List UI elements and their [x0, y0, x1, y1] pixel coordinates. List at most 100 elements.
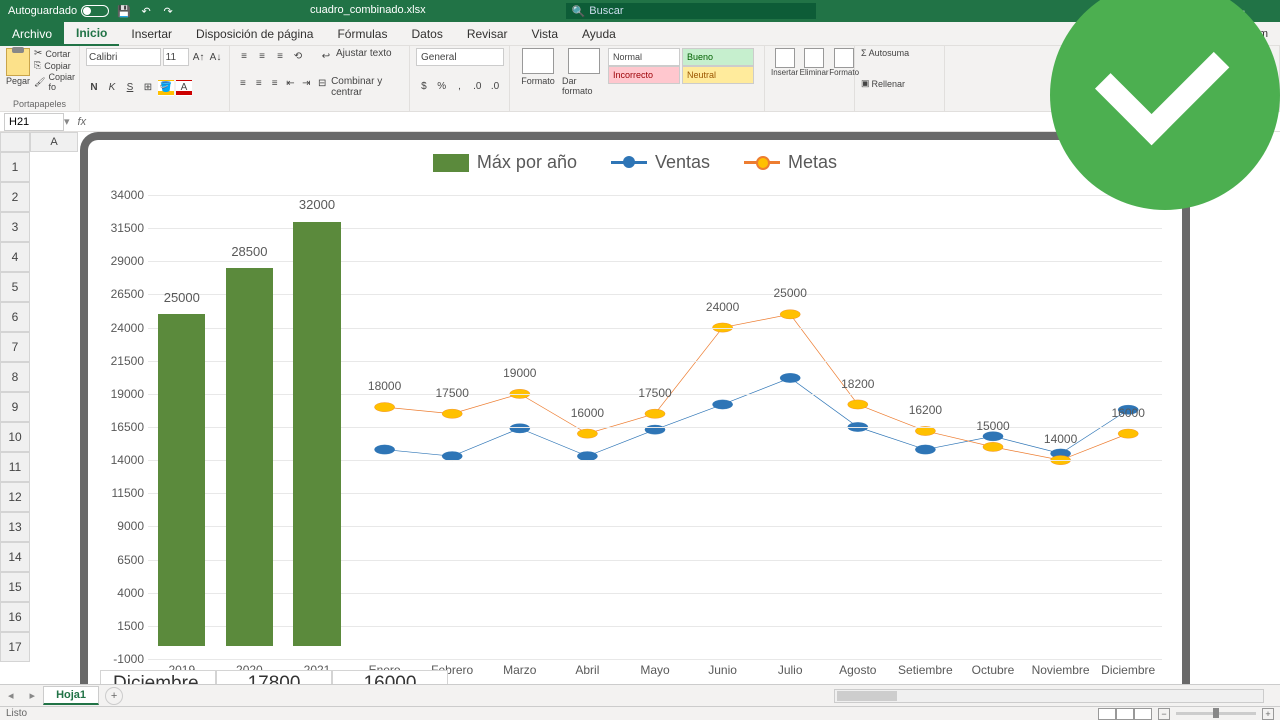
tab-disposicion[interactable]: Disposición de página — [184, 22, 325, 46]
data-point[interactable] — [374, 402, 394, 411]
increase-decimal-button[interactable]: .0 — [469, 79, 485, 95]
decrease-decimal-button[interactable]: .0 — [487, 79, 503, 95]
data-point[interactable] — [848, 400, 868, 409]
sheet-tab-hoja1[interactable]: Hoja1 — [43, 686, 99, 705]
row-header[interactable]: 8 — [0, 362, 30, 392]
wrap-text-button[interactable]: ↩ — [318, 48, 334, 64]
row-header[interactable]: 14 — [0, 542, 30, 572]
zoom-slider[interactable] — [1176, 712, 1256, 715]
bar[interactable] — [293, 222, 340, 646]
bold-button[interactable]: N — [86, 80, 102, 96]
row-header[interactable]: 2 — [0, 182, 30, 212]
worksheet[interactable]: A 1234567891011121314151617 Máx por año … — [0, 132, 1280, 680]
border-button[interactable]: ⊞ — [140, 80, 156, 96]
cut-button[interactable]: ✂Cortar — [34, 48, 75, 59]
delete-cells-button[interactable]: Eliminar — [800, 48, 828, 77]
insert-cells-button[interactable]: Insertar — [771, 48, 798, 77]
tab-ayuda[interactable]: Ayuda — [570, 22, 628, 46]
data-point[interactable] — [915, 445, 935, 454]
merge-button[interactable]: ⊟ — [315, 76, 329, 92]
row-header[interactable]: 12 — [0, 482, 30, 512]
increase-font-button[interactable]: A↑ — [191, 49, 206, 65]
format-table-button[interactable]: Dar formato — [562, 48, 606, 96]
bar[interactable] — [158, 314, 205, 645]
select-all-corner[interactable] — [0, 132, 30, 152]
col-header-a[interactable]: A — [30, 132, 78, 152]
save-icon[interactable]: 💾 — [117, 4, 131, 18]
underline-button[interactable]: S — [122, 80, 138, 96]
tab-insertar[interactable]: Insertar — [119, 22, 184, 46]
data-point[interactable] — [983, 432, 1003, 441]
autosave-toggle[interactable]: Autoguardado — [8, 5, 109, 17]
data-point[interactable] — [374, 445, 394, 454]
view-normal-button[interactable] — [1098, 708, 1116, 720]
style-bueno[interactable]: Bueno — [682, 48, 754, 66]
tab-archivo[interactable]: Archivo — [0, 22, 64, 46]
row-header[interactable]: 7 — [0, 332, 30, 362]
row-header[interactable]: 9 — [0, 392, 30, 422]
row-header[interactable]: 15 — [0, 572, 30, 602]
data-point[interactable] — [780, 373, 800, 382]
search-box[interactable]: 🔍 Buscar — [566, 3, 816, 19]
fill-color-button[interactable]: 🪣 — [158, 80, 174, 96]
style-normal[interactable]: Normal — [608, 48, 680, 66]
data-point[interactable] — [510, 424, 530, 433]
align-middle-button[interactable]: ≡ — [254, 48, 270, 64]
data-point[interactable] — [1118, 429, 1138, 438]
fx-icon[interactable]: fx — [78, 116, 87, 128]
currency-button[interactable]: $ — [416, 79, 432, 95]
tab-vista[interactable]: Vista — [520, 22, 570, 46]
dropdown-icon[interactable]: ▾ — [64, 115, 70, 128]
align-top-button[interactable]: ≡ — [236, 48, 252, 64]
row-header[interactable]: 17 — [0, 632, 30, 662]
chart-object[interactable]: Máx por año Ventas Metas -10001500400065… — [80, 132, 1190, 707]
style-incorrecto[interactable]: Incorrecto — [608, 66, 680, 84]
bar[interactable] — [226, 268, 273, 646]
row-header[interactable]: 10 — [0, 422, 30, 452]
align-left-button[interactable]: ≡ — [236, 76, 250, 92]
sheet-nav-next[interactable]: ▸ — [22, 689, 44, 702]
horizontal-scrollbar[interactable] — [834, 689, 1264, 703]
row-header[interactable]: 1 — [0, 152, 30, 182]
orientation-button[interactable]: ⟲ — [290, 48, 306, 64]
tab-formulas[interactable]: Fórmulas — [325, 22, 399, 46]
indent-left-button[interactable]: ⇤ — [284, 76, 298, 92]
row-header[interactable]: 13 — [0, 512, 30, 542]
close-icon[interactable] — [1258, 4, 1272, 18]
zoom-in-button[interactable]: + — [1262, 708, 1274, 720]
decrease-font-button[interactable]: A↓ — [208, 49, 223, 65]
sheet-nav-prev[interactable]: ◂ — [0, 689, 22, 702]
chart-legend[interactable]: Máx por año Ventas Metas — [88, 152, 1182, 173]
comma-button[interactable]: , — [452, 79, 468, 95]
data-point[interactable] — [577, 429, 597, 438]
series-line[interactable] — [385, 378, 1129, 456]
row-header[interactable]: 5 — [0, 272, 30, 302]
conditional-format-button[interactable]: Formato — [516, 48, 560, 96]
paste-button[interactable]: Pegar — [6, 48, 30, 92]
redo-icon[interactable]: ↷ — [161, 4, 175, 18]
style-neutral[interactable]: Neutral — [682, 66, 754, 84]
undo-icon[interactable]: ↶ — [139, 4, 153, 18]
number-format-select[interactable]: General — [416, 48, 504, 66]
name-box[interactable]: H21 — [4, 113, 64, 131]
view-layout-button[interactable] — [1116, 708, 1134, 720]
format-cells-button[interactable]: Formato — [830, 48, 858, 77]
indent-right-button[interactable]: ⇥ — [299, 76, 313, 92]
font-name-select[interactable]: Calibri — [86, 48, 161, 66]
zoom-out-button[interactable]: − — [1158, 708, 1170, 720]
align-right-button[interactable]: ≡ — [268, 76, 282, 92]
data-point[interactable] — [780, 310, 800, 319]
row-header[interactable]: 3 — [0, 212, 30, 242]
add-sheet-button[interactable]: + — [105, 687, 123, 705]
align-bottom-button[interactable]: ≡ — [272, 48, 288, 64]
tab-inicio[interactable]: Inicio — [64, 22, 119, 46]
percent-button[interactable]: % — [434, 79, 450, 95]
row-header[interactable]: 11 — [0, 452, 30, 482]
row-header[interactable]: 16 — [0, 602, 30, 632]
tab-revisar[interactable]: Revisar — [455, 22, 520, 46]
row-header[interactable]: 4 — [0, 242, 30, 272]
data-point[interactable] — [983, 442, 1003, 451]
align-center-button[interactable]: ≡ — [252, 76, 266, 92]
plot-area[interactable]: -100015004000650090001150014000165001900… — [148, 195, 1162, 659]
data-point[interactable] — [645, 409, 665, 418]
